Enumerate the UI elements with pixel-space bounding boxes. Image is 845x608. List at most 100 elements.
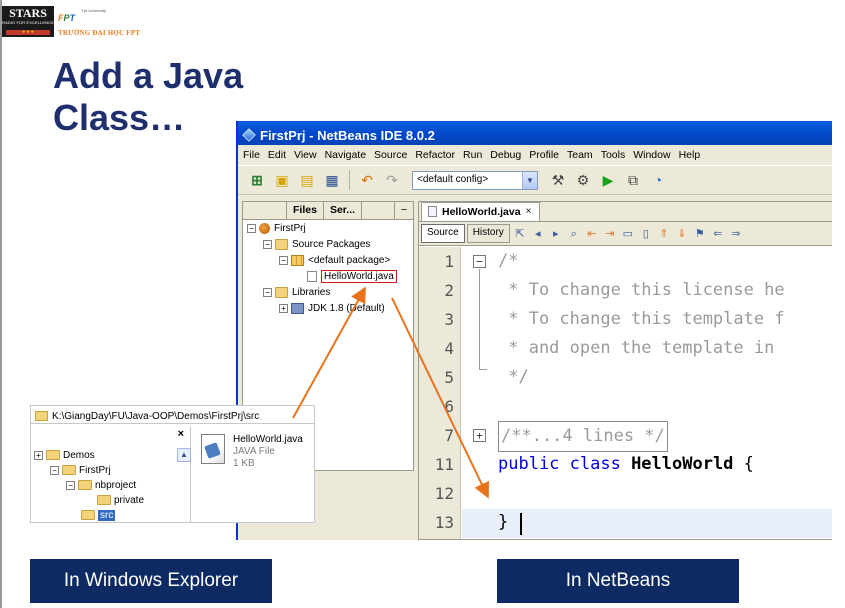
redo-icon[interactable]: ↷ bbox=[381, 169, 403, 191]
save-all-icon[interactable]: ▦ bbox=[321, 169, 343, 191]
line-number: 13 bbox=[434, 513, 454, 532]
menu-debug[interactable]: Debug bbox=[490, 149, 521, 161]
toggle-bookmark-icon[interactable]: ⚑ bbox=[692, 226, 708, 242]
close-icon[interactable]: × bbox=[526, 206, 532, 221]
source-view-button[interactable]: Source bbox=[421, 224, 465, 243]
menu-tools[interactable]: Tools bbox=[601, 149, 626, 161]
open-project-icon[interactable]: ▤ bbox=[296, 169, 318, 191]
build-hammer-icon[interactable]: ⚒ bbox=[547, 169, 569, 191]
folder-item-demos[interactable]: + Demos bbox=[34, 448, 95, 462]
shift-left-icon[interactable]: ⇐ bbox=[710, 226, 726, 242]
tree-item-label: <default package> bbox=[308, 254, 391, 266]
line-number: 12 bbox=[434, 484, 454, 503]
tab-projects[interactable] bbox=[243, 202, 287, 219]
tab-files[interactable]: Files bbox=[287, 202, 324, 219]
back-icon[interactable]: ◂ bbox=[530, 226, 546, 242]
collapse-icon[interactable]: − bbox=[66, 480, 75, 490]
fold-expand-icon[interactable]: + bbox=[473, 429, 486, 442]
last-edit-icon[interactable]: ⇱ bbox=[512, 226, 528, 242]
tree-item-default-package[interactable]: − <default package> bbox=[243, 252, 413, 268]
new-project-icon[interactable]: ▣ bbox=[271, 169, 293, 191]
editor-tab-helloworld[interactable]: HelloWorld.java × bbox=[421, 202, 541, 221]
menu-refactor[interactable]: Refactor bbox=[415, 149, 455, 161]
collapse-icon[interactable]: + bbox=[34, 450, 43, 460]
tree-item-source-packages[interactable]: − Source Packages bbox=[243, 236, 413, 252]
caption-windows-explorer: In Windows Explorer bbox=[30, 559, 272, 603]
find-next-icon[interactable]: ⇥ bbox=[602, 226, 618, 242]
folder-icon bbox=[62, 465, 76, 475]
tree-item-libraries[interactable]: − Libraries bbox=[243, 284, 413, 300]
shift-right-icon[interactable]: ⇒ bbox=[728, 226, 744, 242]
menu-file[interactable]: File bbox=[243, 149, 260, 161]
menu-window[interactable]: Window bbox=[633, 149, 670, 161]
expand-icon[interactable]: + bbox=[279, 303, 288, 313]
folder-label: private bbox=[114, 494, 145, 506]
code-line: 3 * To change this template f bbox=[419, 305, 832, 334]
clean-build-icon[interactable]: ⚙ bbox=[572, 169, 594, 191]
folder-icon bbox=[275, 238, 288, 250]
minimize-panel-button[interactable]: − bbox=[393, 202, 413, 219]
find-previous-icon[interactable]: ⇤ bbox=[584, 226, 600, 242]
chevron-down-icon[interactable]: ▼ bbox=[522, 171, 537, 189]
folder-label: nbproject bbox=[95, 479, 137, 491]
history-view-button[interactable]: History bbox=[466, 224, 510, 243]
address-bar[interactable]: K:\GiangDay\FU\Java-OOP\Demos\FirstPrj\s… bbox=[31, 406, 314, 424]
previous-bookmark-icon[interactable]: ⇑ bbox=[656, 226, 672, 242]
new-file-icon[interactable]: ⊞ bbox=[246, 169, 268, 191]
line-number: 2 bbox=[444, 281, 454, 300]
find-icon[interactable]: ⌕ bbox=[566, 226, 582, 242]
folder-label: FirstPrj bbox=[79, 464, 111, 476]
close-icon[interactable]: × bbox=[178, 428, 184, 440]
collapse-icon[interactable]: − bbox=[263, 239, 272, 249]
debug-icon[interactable]: ⧉ bbox=[622, 169, 644, 191]
java-file-icon bbox=[428, 206, 437, 217]
netbeans-window-title: FirstPrj - NetBeans IDE 8.0.2 bbox=[260, 127, 435, 143]
tree-item-project[interactable]: − FirstPrj bbox=[243, 220, 413, 236]
fpt-university-text: Fpt University bbox=[81, 8, 106, 13]
code-line: 11 public class HelloWorld { bbox=[419, 450, 832, 479]
config-select[interactable]: <default config> ▼ bbox=[412, 170, 538, 190]
tab-services[interactable]: Ser... bbox=[324, 202, 363, 219]
slide-left-rule bbox=[0, 0, 2, 608]
netbeans-menubar: File Edit View Navigate Source Refactor Run Deb… bbox=[238, 145, 832, 165]
menu-team[interactable]: Team bbox=[567, 149, 593, 161]
line-number: 11 bbox=[434, 455, 454, 474]
folder-item-firstprj[interactable]: − FirstPrj bbox=[50, 463, 111, 477]
file-type: JAVA File bbox=[233, 446, 275, 457]
menu-view[interactable]: View bbox=[294, 149, 317, 161]
forward-icon[interactable]: ▸ bbox=[548, 226, 564, 242]
folder-item-private[interactable]: private bbox=[97, 493, 144, 507]
menu-help[interactable]: Help bbox=[679, 149, 701, 161]
code-text: } bbox=[498, 512, 509, 532]
fold-collapse-icon[interactable]: − bbox=[473, 255, 486, 268]
tree-item-helloworld-file[interactable]: HelloWorld.java bbox=[243, 268, 413, 284]
scroll-up-button[interactable]: ▲ bbox=[177, 448, 191, 462]
code-area[interactable]: 1−/* 2 * To change this license he 3 * To … bbox=[419, 247, 832, 539]
profile-icon[interactable]: ◔ bbox=[647, 169, 669, 191]
folder-icon bbox=[97, 495, 111, 505]
caption-netbeans: In NetBeans bbox=[497, 559, 739, 603]
menu-source[interactable]: Source bbox=[374, 149, 407, 161]
toggle-rect-select-icon[interactable]: ▯ bbox=[638, 226, 654, 242]
menu-run[interactable]: Run bbox=[463, 149, 482, 161]
undo-icon[interactable]: ↶ bbox=[356, 169, 378, 191]
menu-navigate[interactable]: Navigate bbox=[325, 149, 366, 161]
next-bookmark-icon[interactable]: ⇓ bbox=[674, 226, 690, 242]
menu-edit[interactable]: Edit bbox=[268, 149, 286, 161]
code-keyword: public class bbox=[498, 454, 632, 474]
file-item-helloworld[interactable]: HelloWorld.java JAVA File 1 KB bbox=[201, 434, 311, 470]
code-collapsed-javadoc: /**...4 lines */ bbox=[498, 421, 668, 452]
folder-item-src[interactable]: src bbox=[81, 508, 116, 522]
menu-profile[interactable]: Profile bbox=[529, 149, 559, 161]
collapse-icon[interactable]: − bbox=[247, 223, 256, 233]
code-line: 12 bbox=[419, 479, 832, 508]
toggle-highlight-icon[interactable]: ▭ bbox=[620, 226, 636, 242]
run-icon[interactable]: ▶ bbox=[597, 169, 619, 191]
stars-logo-text: STARS bbox=[9, 6, 47, 20]
collapse-icon[interactable]: − bbox=[279, 255, 288, 265]
tree-item-jdk[interactable]: + JDK 1.8 (Default) bbox=[243, 300, 413, 316]
netbeans-titlebar[interactable]: FirstPrj - NetBeans IDE 8.0.2 bbox=[238, 121, 832, 145]
folder-item-nbproject[interactable]: − nbproject bbox=[66, 478, 136, 492]
collapse-icon[interactable]: − bbox=[50, 465, 59, 475]
collapse-icon[interactable]: − bbox=[263, 287, 272, 297]
